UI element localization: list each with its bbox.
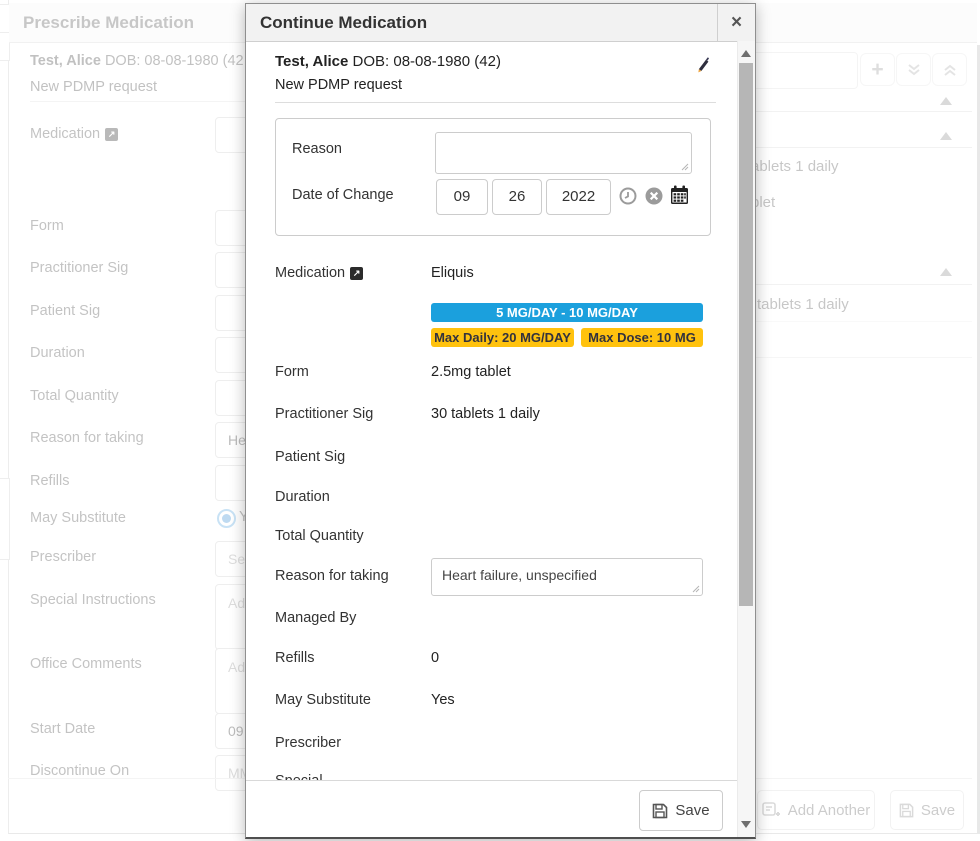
expand-all-button[interactable] [932,53,967,86]
modal-header: Continue Medication × [246,4,755,42]
prescriber-label: Prescriber [275,735,341,751]
practitioner-sig-label: Practitioner Sig [275,406,373,422]
month-input[interactable]: 09 [436,179,488,215]
edge-tab-3 [0,478,10,560]
calendar-icon[interactable] [670,185,689,205]
bg-label-discontinue-on: Discontinue On [30,763,129,779]
modal-save-label: Save [675,802,709,819]
save-icon [899,803,914,818]
section-caret-icon[interactable] [940,97,952,105]
plus-icon: + [871,59,883,80]
bg-patient-name: Test, Alice [30,53,101,69]
resize-handle-icon[interactable] [681,163,689,171]
patient-name: Test, Alice [275,53,348,70]
bg-label-prescriber: Prescriber [30,549,96,565]
modal-title: Continue Medication [246,4,717,41]
clear-date-icon[interactable] [645,187,663,205]
reason-for-taking-label: Reason for taking [275,568,389,584]
close-button[interactable]: × [717,4,755,41]
section-caret-icon[interactable] [940,268,952,276]
form-label: Form [275,364,309,380]
bg-label-medication: Medication↗ [30,126,118,142]
bg-label-start-date: Start Date [30,721,95,737]
bg-search-input[interactable] [742,52,858,89]
day-input[interactable]: 26 [492,179,542,215]
add-another-label: Add Another [788,802,871,819]
bg-patient-note: New PDMP request [30,79,157,95]
bg-label-reason-for-taking: Reason for taking [30,430,144,446]
year-input[interactable]: 2022 [546,179,611,215]
reason-for-taking-textarea[interactable]: Heart failure, unspecified [431,558,703,596]
modal-footer: Save [246,780,738,837]
may-substitute-label: May Substitute [275,692,371,708]
screen: Prescribe Medication Test, Alice DOB: 08… [0,0,980,841]
duration-label: Duration [275,489,330,505]
collapse-all-button[interactable] [896,53,931,86]
save-icon [652,803,668,819]
medication-label: Medication↗ [275,265,363,281]
external-link-icon[interactable]: ↗ [105,128,118,141]
close-icon: × [731,12,742,34]
bg-label-practitioner-sig: Practitioner Sig [30,260,128,276]
add-button[interactable]: + [860,53,895,86]
bg-label-may-substitute: May Substitute [30,510,126,526]
bg-label-total-quantity: Total Quantity [30,388,119,404]
change-panel: Reason Date of Change 09 26 2022 [275,118,711,236]
patient-line: Test, Alice DOB: 08-08-1980 (42) [275,53,501,70]
bg-label-refills: Refills [30,473,69,489]
bg-patient-line: Test, Alice DOB: 08-08-1980 (42 [30,53,244,69]
refills-label: Refills [275,650,314,666]
form-value: 2.5mg tablet [431,364,511,380]
total-quantity-label: Total Quantity [275,528,364,544]
managed-by-label: Managed By [275,610,356,626]
double-chevron-up-icon [943,63,957,77]
double-chevron-down-icon [907,63,921,77]
bg-fragment-sig-2: tablets 1 daily [757,296,849,313]
max-dose-badge: Max Dose: 10 MG [581,328,703,347]
bg-may-substitute-radio[interactable] [217,509,236,528]
bg-label-office-comments: Office Comments [30,656,142,672]
may-substitute-value: Yes [431,692,455,708]
bg-label-form: Form [30,218,64,234]
section-caret-icon[interactable] [940,132,952,140]
medication-value: Eliquis [431,265,474,281]
scrollbar-thumb[interactable] [739,63,753,606]
reason-label: Reason [292,141,342,157]
bg-fragment-sig: ablets 1 daily [751,158,839,175]
modal-scrollbar[interactable] [737,41,755,837]
scroll-up-icon[interactable] [741,50,751,57]
patient-note: New PDMP request [275,77,402,93]
bg-divider [30,101,250,102]
clock-icon[interactable] [619,187,637,205]
date-of-change-label: Date of Change [292,187,394,203]
bg-label-duration: Duration [30,345,85,361]
dose-range-badge: 5 MG/DAY - 10 MG/DAY [431,303,703,322]
scroll-down-icon[interactable] [741,821,751,828]
prescription-add-icon [762,802,781,818]
modal-save-button[interactable]: Save [639,790,723,831]
max-daily-badge: Max Daily: 20 MG/DAY [431,328,574,347]
external-link-icon[interactable]: ↗ [350,267,363,280]
bg-patient-dob: DOB: 08-08-1980 (42 [105,53,244,69]
modal-body: Test, Alice DOB: 08-08-1980 (42) New PDM… [246,41,738,837]
bg-label-special-instructions: Special Instructions [30,592,156,608]
page-title: Prescribe Medication [23,13,194,33]
patient-dob: DOB: 08-08-1980 (42) [353,53,501,70]
bg-save-button[interactable]: Save [890,790,964,830]
resize-handle-icon[interactable] [692,585,700,593]
reason-textarea[interactable] [435,132,692,174]
bg-save-label: Save [921,802,955,819]
edit-pencil-icon[interactable] [692,54,712,74]
patient-sig-label: Patient Sig [275,449,345,465]
add-another-button[interactable]: Add Another [757,790,875,830]
continue-medication-modal: Continue Medication × Test, Alice DOB: 0… [245,3,756,839]
reason-for-taking-value: Heart failure, unspecified [442,567,597,583]
practitioner-sig-value: 30 tablets 1 daily [431,406,540,422]
bg-label-patient-sig: Patient Sig [30,303,100,319]
refills-value: 0 [431,650,439,666]
patient-divider [275,102,716,103]
